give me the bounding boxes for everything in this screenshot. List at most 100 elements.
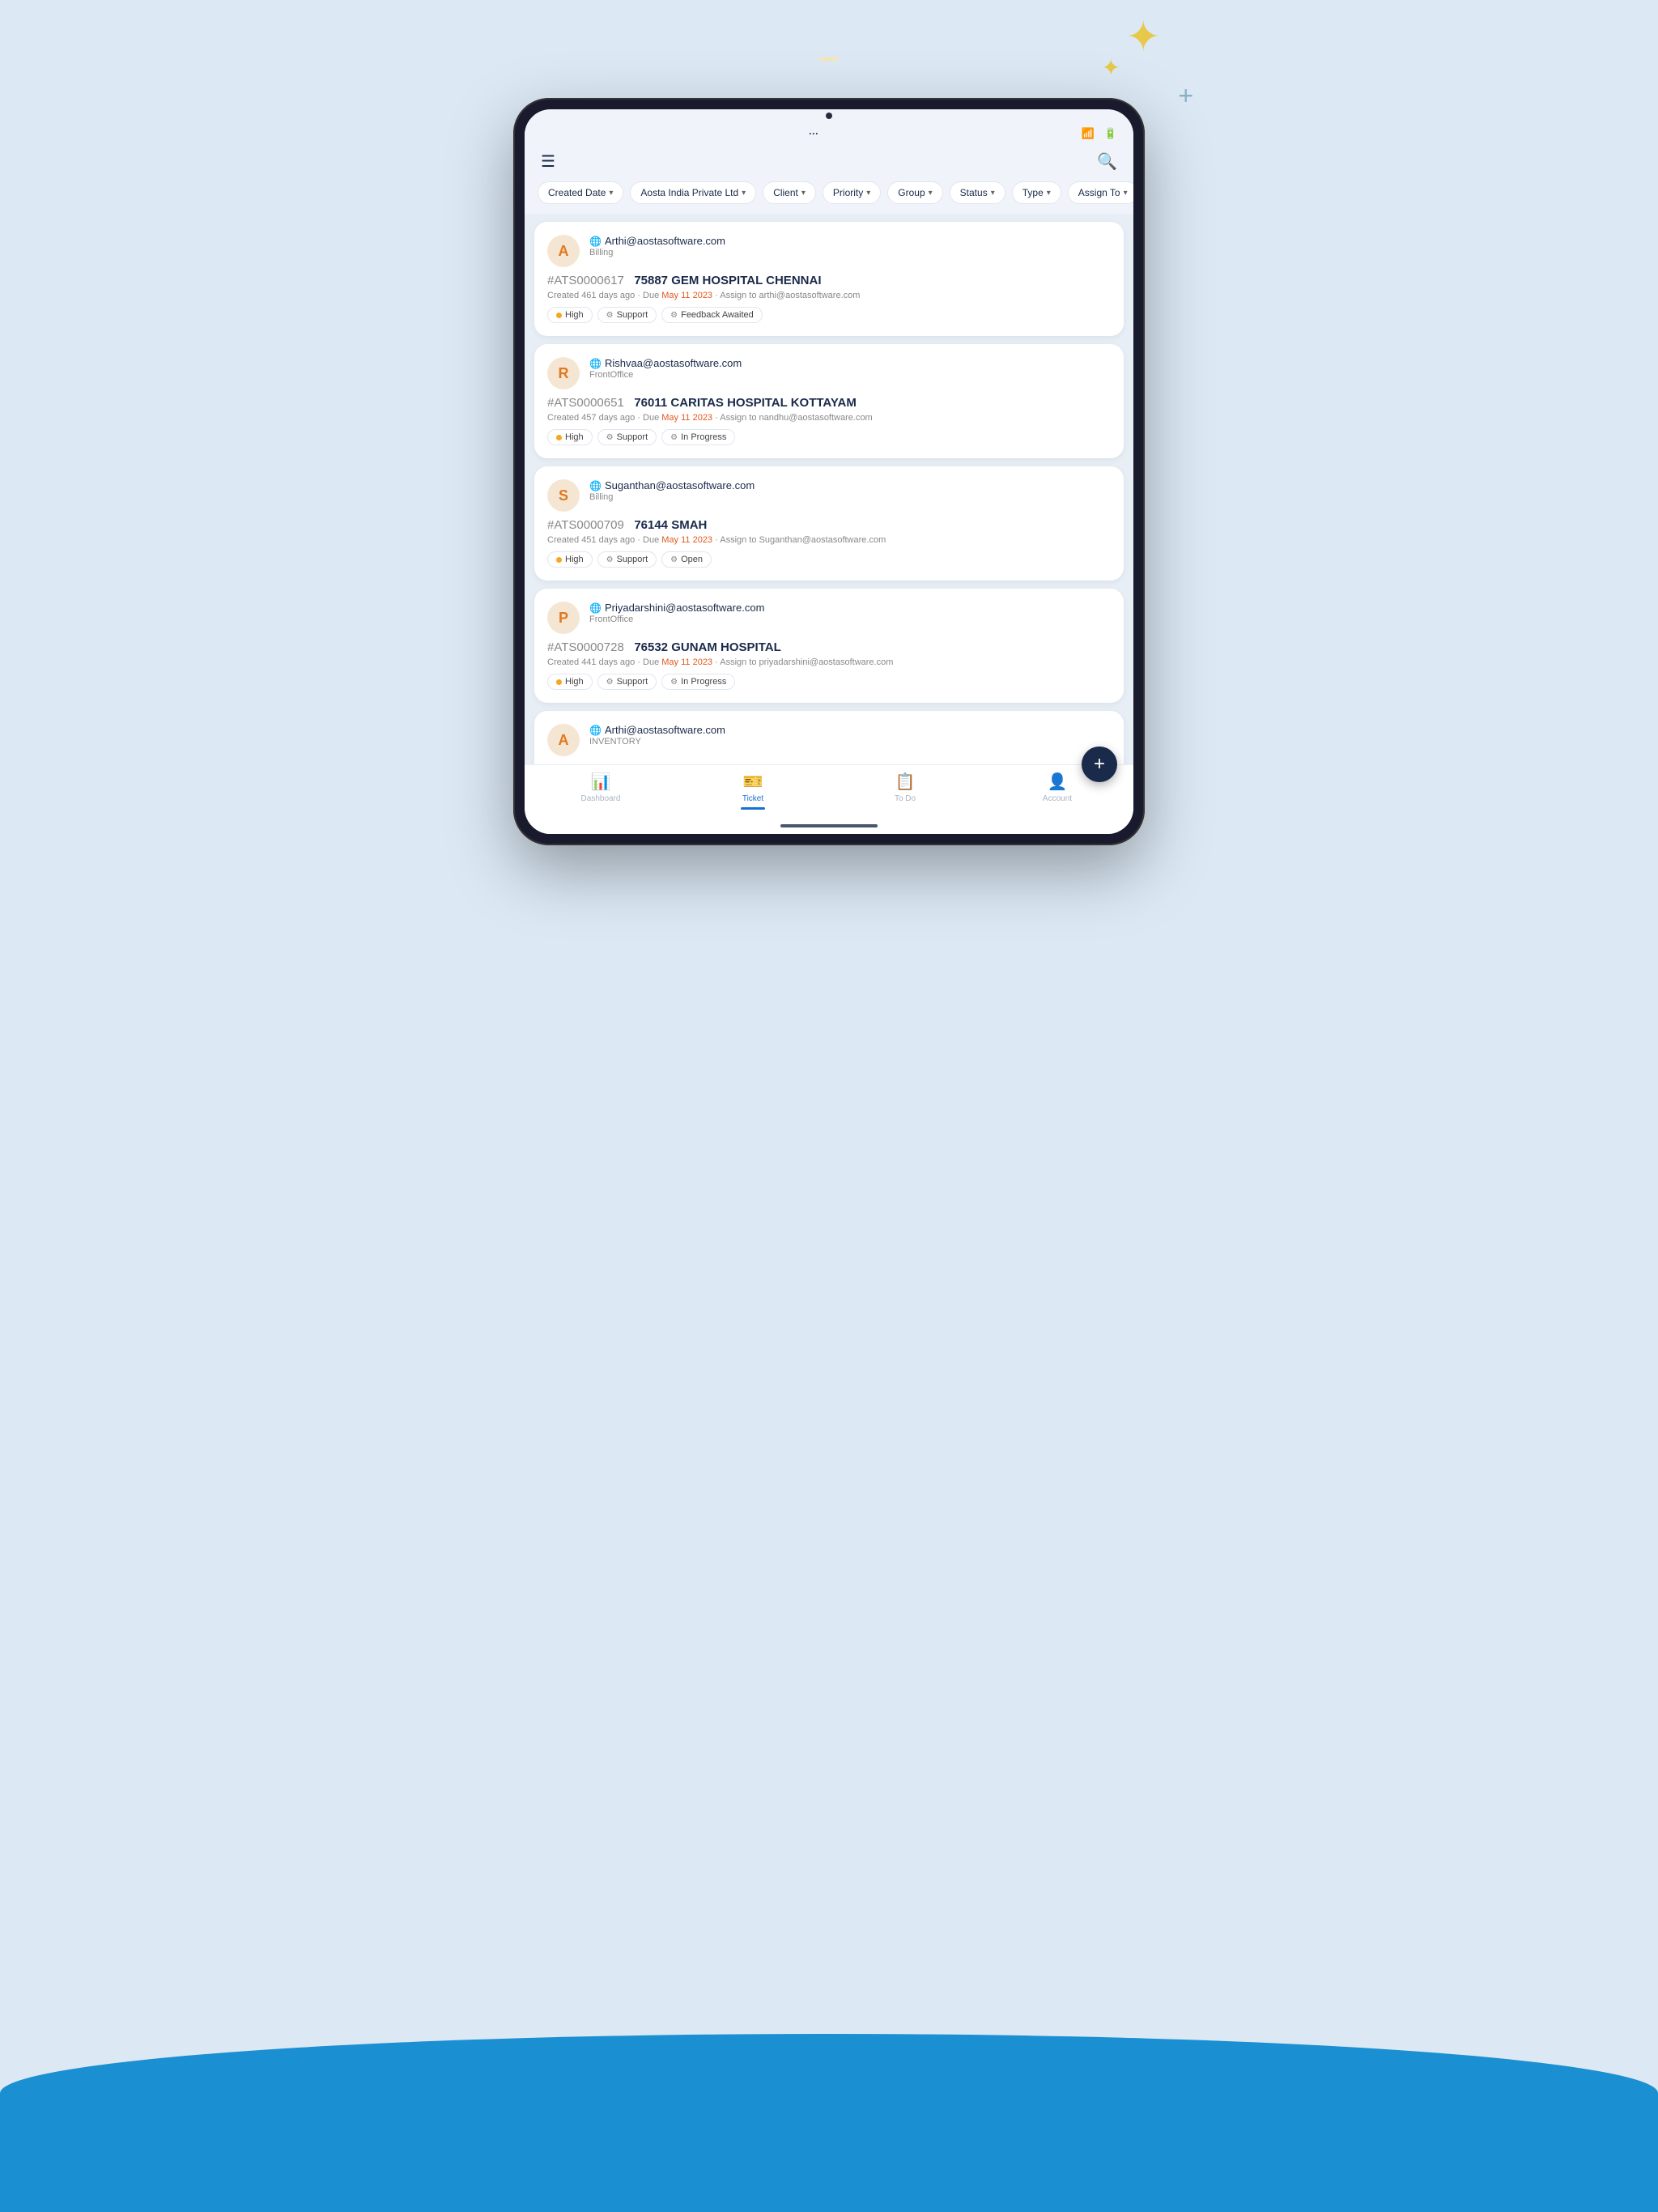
filter-chip-priority[interactable]: Priority▾	[823, 181, 881, 204]
ticket-id-title: #ATS0000651 76011 CARITAS HOSPITAL KOTTA…	[547, 396, 1111, 410]
nav-item-dashboard[interactable]: 📊 Dashboard	[525, 772, 677, 810]
ticket-email: 🌐 Suganthan@aostasoftware.com	[589, 479, 1111, 491]
chevron-down-icon: ▾	[929, 189, 933, 198]
ticket-header: A 🌐 Arthi@aostasoftware.com Billing	[547, 235, 1111, 267]
chevron-down-icon: ▾	[801, 189, 806, 198]
ticket-meta: Created 461 days ago · Due May 11 2023 ·…	[547, 291, 1111, 300]
filter-chip-type[interactable]: Type▾	[1012, 181, 1061, 204]
filter-chip-client[interactable]: Client▾	[763, 181, 816, 204]
priority-tag: High	[547, 429, 593, 445]
globe-icon: 🌐	[589, 358, 602, 369]
ticket-tags: High ⚙ Support ⚙ In Progress	[547, 674, 1111, 690]
device-screen: ··· 📶 🔋 ☰ 🔍 Created Date▾Aosta In	[525, 109, 1133, 834]
ticket-user-info: 🌐 Arthi@aostasoftware.com Billing	[589, 235, 1111, 257]
ticket-dept: FrontOffice	[589, 370, 1111, 380]
search-button[interactable]: 🔍	[1097, 151, 1117, 172]
filter-chip-status[interactable]: Status▾	[950, 181, 1005, 204]
filter-chip-group[interactable]: Group ▾	[887, 181, 942, 204]
filter-chip-created-date[interactable]: Created Date▾	[538, 181, 623, 204]
home-indicator	[525, 819, 1133, 834]
app-header: ☰ 🔍	[525, 145, 1133, 181]
globe-icon: 🌐	[589, 480, 602, 491]
filter-label: Created Date	[548, 187, 606, 198]
nav-icon-dashboard: 📊	[591, 772, 611, 792]
priority-dot-icon	[556, 679, 562, 685]
filter-chip-company[interactable]: Aosta India Private Ltd▾	[630, 181, 756, 204]
nav-label-dashboard: Dashboard	[581, 794, 621, 803]
nav-item-to-do[interactable]: 📋 To Do	[829, 772, 981, 810]
priority-tag: High	[547, 551, 593, 568]
dots-icon: ···	[809, 128, 818, 139]
fab-button[interactable]: +	[1082, 747, 1117, 782]
type-tag: ⚙ Support	[597, 674, 657, 690]
filter-label: Status	[960, 187, 988, 198]
ticket-dept: FrontOffice	[589, 615, 1111, 624]
nav-item-ticket[interactable]: 🎫 Ticket	[677, 772, 829, 810]
ticket-email: 🌐 Rishvaa@aostasoftware.com	[589, 357, 1111, 369]
globe-icon: 🌐	[589, 236, 602, 247]
priority-tag: High	[547, 674, 593, 690]
bottom-nav: 📊 Dashboard 🎫 Ticket 📋 To Do 👤 Account	[525, 764, 1133, 819]
ticket-header: S 🌐 Suganthan@aostasoftware.com Billing	[547, 479, 1111, 512]
nav-icon-to do: 📋	[895, 772, 916, 792]
status-bar-right: ···	[809, 128, 818, 139]
filter-label: Priority	[833, 187, 863, 198]
ticket-dept: INVENTORY	[589, 737, 1111, 747]
ticket-user-info: 🌐 Suganthan@aostasoftware.com Billing	[589, 479, 1111, 502]
ticket-number: #ATS0000709	[547, 518, 624, 532]
avatar: S	[547, 479, 580, 512]
star-small-icon: ✦	[1102, 57, 1120, 79]
chevron-down-icon: ▾	[991, 189, 995, 198]
nav-active-indicator	[741, 807, 765, 810]
type-icon: ⚙	[606, 433, 614, 442]
ticket-card-ticket-5[interactable]: A 🌐 Arthi@aostasoftware.com INVENTORY #A…	[534, 711, 1124, 764]
status-time	[541, 128, 546, 139]
ticket-tags: High ⚙ Support ⚙ Open	[547, 551, 1111, 568]
ticket-id-title: #ATS0000709 76144 SMAH	[547, 518, 1111, 532]
type-tag: ⚙ Support	[597, 307, 657, 323]
page-header: ✦ ✦ +	[513, 32, 1145, 69]
ticket-dept: Billing	[589, 492, 1111, 502]
chevron-down-icon: ▾	[866, 189, 870, 198]
filter-chip-assign-to[interactable]: Assign To▾	[1068, 181, 1133, 204]
status-icon: ⚙	[670, 311, 678, 320]
ticket-header: R 🌐 Rishvaa@aostasoftware.com FrontOffic…	[547, 357, 1111, 389]
filter-label: Aosta India Private Ltd	[640, 187, 738, 198]
nav-icon-account: 👤	[1048, 772, 1068, 792]
ticket-list[interactable]: A 🌐 Arthi@aostasoftware.com Billing #ATS…	[525, 214, 1133, 764]
priority-dot-icon	[556, 557, 562, 563]
ticket-meta: Created 451 days ago · Due May 11 2023 ·…	[547, 535, 1111, 545]
ticket-card-ticket-4[interactable]: P 🌐 Priyadarshini@aostasoftware.com Fron…	[534, 589, 1124, 703]
filter-label: Type	[1022, 187, 1044, 198]
ticket-header: A 🌐 Arthi@aostasoftware.com INVENTORY	[547, 724, 1111, 756]
globe-icon: 🌐	[589, 602, 602, 614]
due-date: May 11 2023	[661, 535, 712, 545]
status-tag: ⚙ Feedback Awaited	[661, 307, 763, 323]
ticket-id-title: #ATS0000617 75887 GEM HOSPITAL CHENNAI	[547, 274, 1111, 287]
status-icon: ⚙	[670, 433, 678, 442]
status-bar: ··· 📶 🔋	[525, 119, 1133, 145]
ticket-meta: Created 441 days ago · Due May 11 2023 ·…	[547, 657, 1111, 667]
filter-label: Group	[898, 187, 925, 198]
due-date: May 11 2023	[661, 657, 712, 667]
status-icon: ⚙	[670, 555, 678, 564]
avatar: A	[547, 724, 580, 756]
globe-icon: 🌐	[589, 725, 602, 736]
status-tag: ⚙ Open	[661, 551, 712, 568]
ticket-card-ticket-2[interactable]: R 🌐 Rishvaa@aostasoftware.com FrontOffic…	[534, 344, 1124, 458]
nav-label-ticket: Ticket	[742, 794, 763, 803]
ticket-id-title: #ATS0000728 76532 GUNAM HOSPITAL	[547, 640, 1111, 654]
menu-icon[interactable]: ☰	[541, 151, 555, 172]
plus-deco-icon: +	[1178, 81, 1193, 111]
status-icon: ⚙	[670, 678, 678, 687]
ticket-email: 🌐 Arthi@aostasoftware.com	[589, 724, 1111, 736]
priority-dot-icon	[556, 435, 562, 440]
ticket-user-info: 🌐 Rishvaa@aostasoftware.com FrontOffice	[589, 357, 1111, 380]
type-icon: ⚙	[606, 311, 614, 320]
ticket-user-info: 🌐 Priyadarshini@aostasoftware.com FrontO…	[589, 602, 1111, 624]
ticket-tags: High ⚙ Support ⚙ In Progress	[547, 429, 1111, 445]
ticket-card-ticket-1[interactable]: A 🌐 Arthi@aostasoftware.com Billing #ATS…	[534, 222, 1124, 336]
nav-label-account: Account	[1043, 794, 1072, 803]
ticket-card-ticket-3[interactable]: S 🌐 Suganthan@aostasoftware.com Billing …	[534, 466, 1124, 581]
chevron-down-icon: ▾	[609, 189, 613, 198]
